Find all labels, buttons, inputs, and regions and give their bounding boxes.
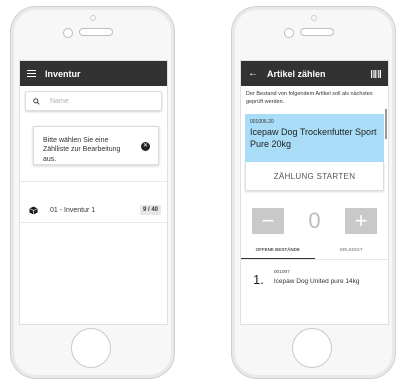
front-camera xyxy=(284,28,294,38)
home-button[interactable] xyxy=(71,328,111,368)
app-bar: ← Artikel zählen xyxy=(241,61,388,86)
start-count-button[interactable]: ZÄHLUNG STARTEN xyxy=(245,162,384,192)
earpiece-speaker xyxy=(79,28,113,36)
inventory-screen: Inventur Bitte wählen Sie eine Zählliste… xyxy=(19,60,168,325)
count-article-screen: ← Artikel zählen Der Bestand von folgend… xyxy=(240,60,389,325)
counter-value: 0 xyxy=(308,208,321,234)
earpiece-speaker xyxy=(300,28,334,36)
increment-button[interactable]: + xyxy=(345,208,377,235)
menu-icon[interactable] xyxy=(27,68,36,79)
barcode-icon[interactable] xyxy=(371,69,381,78)
page-title: Artikel zählen xyxy=(267,68,326,79)
search-icon xyxy=(33,97,40,105)
article-name: Icepaw Dog Trockenfutter Sport Pure 20kg xyxy=(250,127,377,150)
quantity-stepper: − 0 + xyxy=(241,208,388,235)
info-message: Bitte wählen Sie eine Zählliste zur Bear… xyxy=(43,137,121,163)
close-icon[interactable]: ✕ xyxy=(141,142,150,151)
sensor-dot xyxy=(90,15,96,21)
list-item-label: 01 - Inventur 1 xyxy=(50,206,96,214)
list-item-inventur-1[interactable]: 01 - Inventur 1 9 / 40 xyxy=(20,198,167,222)
item-text: 001007 Icepaw Dog United pure 14kg xyxy=(274,270,360,285)
divider xyxy=(20,222,167,223)
article-card: 001006.20 Icepaw Dog Trockenfutter Sport… xyxy=(245,114,384,163)
info-card: Bitte wählen Sie eine Zählliste zur Bear… xyxy=(33,126,159,165)
item-code: 001007 xyxy=(273,270,290,276)
article-code: 001006.20 xyxy=(250,119,274,126)
back-arrow-icon[interactable]: ← xyxy=(248,68,258,79)
tab-bar: OFFENE BESTÄNDE ERLEDIGT xyxy=(241,247,389,260)
home-button[interactable] xyxy=(292,328,332,368)
app-bar: Inventur xyxy=(20,61,167,86)
tab-open-stock[interactable]: OFFENE BESTÄNDE xyxy=(241,247,315,260)
sensor-dot xyxy=(311,15,317,21)
item-name: Icepaw Dog United pure 14kg xyxy=(273,278,360,286)
tab-done[interactable]: ERLEDIGT xyxy=(315,247,389,259)
page-title: Inventur xyxy=(45,68,81,79)
item-number: 1. xyxy=(253,272,264,288)
decrement-button[interactable]: − xyxy=(252,208,284,235)
box-icon xyxy=(29,205,38,215)
phone-frame-right: ← Artikel zählen Der Bestand von folgend… xyxy=(231,6,396,379)
count-badge: 9 / 40 xyxy=(139,205,161,215)
description-text: Der Bestand von folgendem Artikel soll a… xyxy=(246,91,373,105)
phone-frame-left: Inventur Bitte wählen Sie eine Zählliste… xyxy=(10,6,175,379)
search-input[interactable] xyxy=(48,96,152,106)
search-box[interactable] xyxy=(25,91,162,111)
front-camera xyxy=(63,28,73,38)
list-item[interactable]: 1. 001007 Icepaw Dog United pure 14kg xyxy=(241,260,388,287)
divider xyxy=(20,181,167,182)
scrollbar[interactable] xyxy=(385,109,387,139)
